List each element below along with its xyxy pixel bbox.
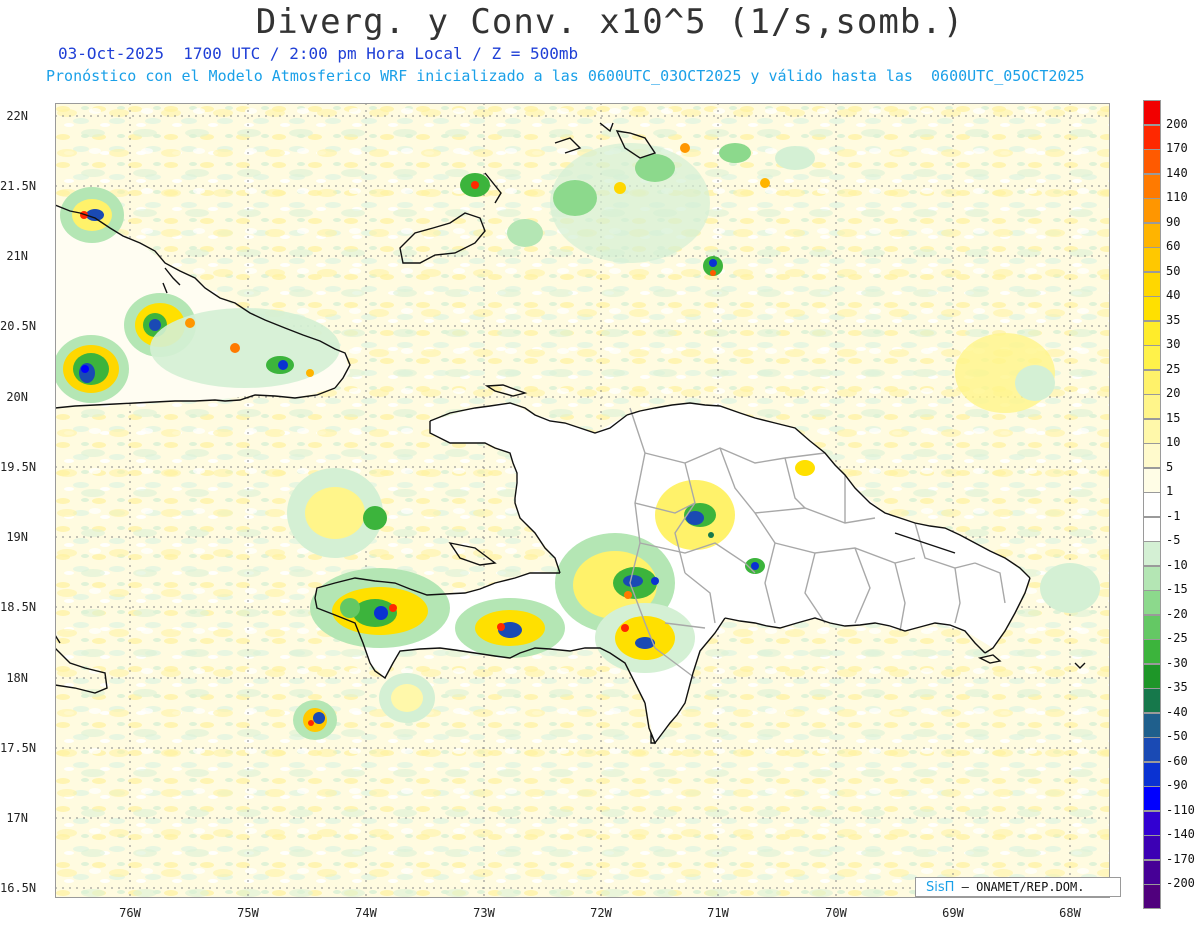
lat-label: 17N bbox=[6, 811, 28, 825]
lat-label: 20N bbox=[6, 390, 28, 404]
color-scale-swatch bbox=[1143, 663, 1161, 689]
color-scale-tick-label: 110 bbox=[1166, 190, 1188, 204]
lat-label: 21.5N bbox=[0, 179, 37, 193]
divergence-map bbox=[55, 103, 1110, 898]
color-scale-tick-label: 50 bbox=[1166, 263, 1181, 278]
color-scale-tick-label: 15 bbox=[1166, 410, 1181, 425]
color-scale-swatch bbox=[1143, 492, 1161, 517]
brand-logo: SisΠ bbox=[926, 880, 955, 895]
color-scale-tick-label: 40 bbox=[1166, 288, 1181, 302]
color-scale-swatch bbox=[1143, 198, 1161, 223]
lat-label: 19.5N bbox=[0, 460, 37, 474]
color-scale-tick-label: -20 bbox=[1166, 606, 1188, 621]
color-scale-swatch bbox=[1143, 614, 1161, 640]
lat-label: 18.5N bbox=[0, 600, 37, 614]
credit-box: SisΠ – ONAMET/REP.DOM. bbox=[915, 877, 1121, 897]
color-scale-swatch bbox=[1143, 418, 1161, 444]
lat-label: 18N bbox=[6, 671, 28, 685]
color-scale-swatch bbox=[1143, 688, 1161, 713]
color-scale-swatch bbox=[1143, 835, 1161, 860]
color-scale-tick-label: 200 bbox=[1166, 116, 1188, 131]
color-scale-swatch bbox=[1143, 320, 1161, 346]
lon-label: 70W bbox=[825, 906, 847, 920]
color-scale-swatch bbox=[1143, 761, 1161, 787]
color-scale-tick-label: -25 bbox=[1166, 631, 1188, 645]
color-scale-tick-label: 5 bbox=[1166, 459, 1174, 474]
lon-label: 75W bbox=[237, 906, 259, 920]
color-scale-swatch bbox=[1143, 639, 1161, 664]
lat-label: 17.5N bbox=[0, 741, 37, 755]
color-scale-swatch bbox=[1143, 149, 1161, 174]
color-scale-swatch bbox=[1143, 443, 1161, 468]
lon-label: 76W bbox=[119, 906, 141, 920]
color-scale-swatch bbox=[1143, 712, 1161, 738]
lon-label: 71W bbox=[707, 906, 729, 920]
color-scale-tick-label: -110 bbox=[1166, 802, 1195, 817]
color-scale-swatch bbox=[1143, 859, 1161, 885]
color-scale-swatch bbox=[1143, 296, 1161, 321]
color-scale-tick-label: 20 bbox=[1166, 386, 1181, 400]
color-scale-tick-label: 35 bbox=[1166, 312, 1181, 327]
color-scale-tick-label: -140 bbox=[1166, 827, 1195, 841]
color-scale-swatch bbox=[1143, 271, 1161, 297]
color-scale-tick-label: -200 bbox=[1166, 876, 1195, 890]
color-scale-tick-label: -5 bbox=[1166, 533, 1181, 547]
color-scale-tick-label: -50 bbox=[1166, 729, 1188, 743]
lon-label: 68W bbox=[1059, 906, 1081, 920]
color-scale-swatch bbox=[1143, 247, 1161, 272]
lon-label: 69W bbox=[942, 906, 964, 920]
lon-label: 72W bbox=[590, 906, 612, 920]
color-scale-tick-label: -90 bbox=[1166, 778, 1188, 792]
color-scale-tick-label: -40 bbox=[1166, 704, 1188, 719]
color-scale-tick-label: 30 bbox=[1166, 337, 1181, 351]
color-scale-swatch bbox=[1143, 345, 1161, 370]
color-scale-swatch bbox=[1143, 394, 1161, 419]
map-title: Diverg. y Conv. x10^5 (1/s,somb.) bbox=[255, 2, 965, 42]
color-scale-swatch bbox=[1143, 516, 1161, 542]
color-scale-swatch bbox=[1143, 124, 1161, 150]
color-scale-tick-label: -10 bbox=[1166, 557, 1188, 572]
color-scale-swatch bbox=[1143, 590, 1161, 615]
model-run-subtitle: Pronóstico con el Modelo Atmosferico WRF… bbox=[46, 67, 1085, 85]
color-scale-tick-label: 1 bbox=[1166, 484, 1174, 498]
lat-label: 19N bbox=[6, 530, 28, 544]
color-scale-swatch bbox=[1143, 884, 1161, 909]
lon-label: 73W bbox=[473, 906, 495, 920]
lon-label: 74W bbox=[355, 906, 377, 920]
color-scale-swatch bbox=[1143, 369, 1161, 395]
color-scale-tick-label: -170 bbox=[1166, 851, 1195, 866]
color-scale-swatch bbox=[1143, 737, 1161, 762]
lat-label: 20.5N bbox=[0, 319, 37, 333]
color-scale-swatch bbox=[1143, 173, 1161, 199]
color-scale-tick-label: 60 bbox=[1166, 239, 1181, 253]
color-scale-tick-label: -15 bbox=[1166, 582, 1188, 596]
color-scale-tick-label: 10 bbox=[1166, 435, 1181, 449]
lat-label: 21N bbox=[6, 249, 28, 263]
color-scale-swatch bbox=[1143, 467, 1161, 493]
color-scale-tick-label: 140 bbox=[1166, 165, 1188, 180]
color-scale-swatch bbox=[1143, 100, 1161, 125]
valid-time-subtitle: 03-Oct-2025 1700 UTC / 2:00 pm Hora Loca… bbox=[58, 44, 579, 63]
color-scale-swatch bbox=[1143, 565, 1161, 591]
color-scale-swatch bbox=[1143, 810, 1161, 836]
color-scale-swatch bbox=[1143, 222, 1161, 248]
color-scale-tick-label: -60 bbox=[1166, 753, 1188, 768]
color-scale-swatch bbox=[1143, 541, 1161, 566]
lat-label: 22N bbox=[6, 109, 28, 123]
color-scale-tick-label: 170 bbox=[1166, 141, 1188, 155]
color-scale-tick-label: 25 bbox=[1166, 361, 1181, 376]
color-scale-tick-label: -30 bbox=[1166, 655, 1188, 670]
color-scale-tick-label: -1 bbox=[1166, 508, 1181, 523]
color-scale-tick-label: 90 bbox=[1166, 214, 1181, 229]
lat-label: 16.5N bbox=[0, 881, 37, 895]
color-scale-tick-label: -35 bbox=[1166, 680, 1188, 694]
color-scale-swatch bbox=[1143, 786, 1161, 811]
credit-text: – ONAMET/REP.DOM. bbox=[954, 880, 1085, 894]
